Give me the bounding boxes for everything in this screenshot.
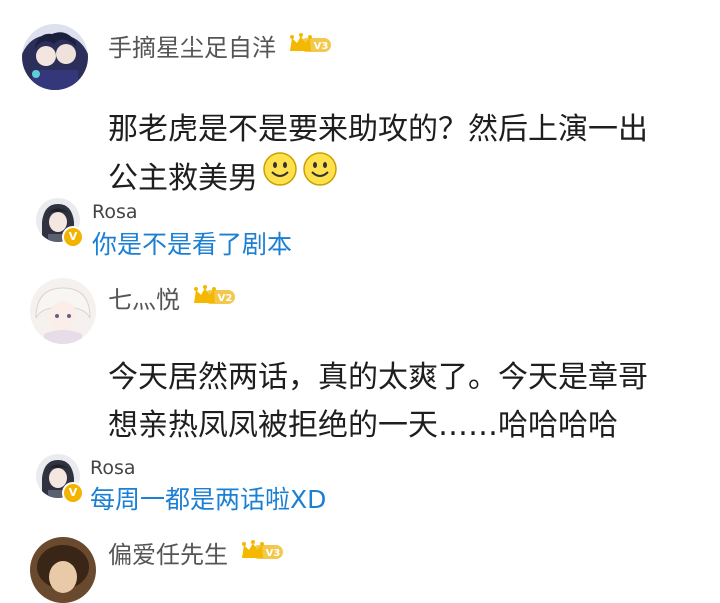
vip-level-text: V3 [313, 41, 328, 52]
avatar-image-icon [22, 24, 88, 90]
avatar[interactable] [22, 24, 88, 90]
username-text[interactable]: 手摘星尘足自洋 [108, 34, 276, 62]
avatar-image-icon [30, 537, 96, 603]
crown-icon: V3 [289, 33, 331, 52]
reply-text: 你是不是看了剧本 [92, 230, 293, 259]
vip-badge: V3 [240, 539, 284, 569]
vip-level-text: V3 [265, 548, 280, 559]
username-text[interactable]: 偏爱任先生 [108, 541, 228, 569]
smiley-face-icon [302, 151, 338, 202]
vip-badge: V3 [288, 32, 332, 62]
reply-text: 每周一都是两话啦XD [90, 485, 327, 514]
comment-username[interactable]: 偏爱任先生 V3 [108, 540, 284, 571]
reply-username[interactable]: Rosa [90, 456, 136, 480]
reply-username[interactable]: Rosa [92, 200, 138, 224]
avatar-image-icon [30, 278, 96, 344]
verified-badge: V [62, 226, 84, 248]
avatar[interactable] [30, 278, 96, 344]
comment-username[interactable]: 手摘星尘足自洋 V3 [108, 33, 332, 64]
verified-badge: V [62, 482, 84, 504]
username-text[interactable]: 七灬悦 [108, 286, 180, 314]
comment-line-2-text: 公主救美男 [108, 161, 258, 196]
crown-icon: V2 [193, 285, 235, 304]
comment-line-2: 公主救美男 [108, 151, 708, 205]
crown-icon: V3 [241, 540, 283, 559]
comment-username[interactable]: 七灬悦 V2 [108, 285, 236, 316]
comment-text: 那老虎是不是要来助攻的？然后上演一出 公主救美男 [108, 106, 708, 205]
comment-line-2: 想亲热凤凤被拒绝的一天……哈哈哈哈 [108, 408, 618, 443]
vip-level-text: V2 [217, 293, 232, 304]
comment-text: 今天居然两话，真的太爽了。今天是章哥 想亲热凤凤被拒绝的一天……哈哈哈哈 [108, 354, 708, 450]
vip-badge: V2 [192, 284, 236, 314]
comment-line-1: 那老虎是不是要来助攻的？然后上演一出 [108, 112, 648, 147]
smiley-face-icon [262, 151, 298, 202]
avatar[interactable] [30, 537, 96, 603]
comment-line-1: 今天居然两话，真的太爽了。今天是章哥 [108, 360, 648, 395]
